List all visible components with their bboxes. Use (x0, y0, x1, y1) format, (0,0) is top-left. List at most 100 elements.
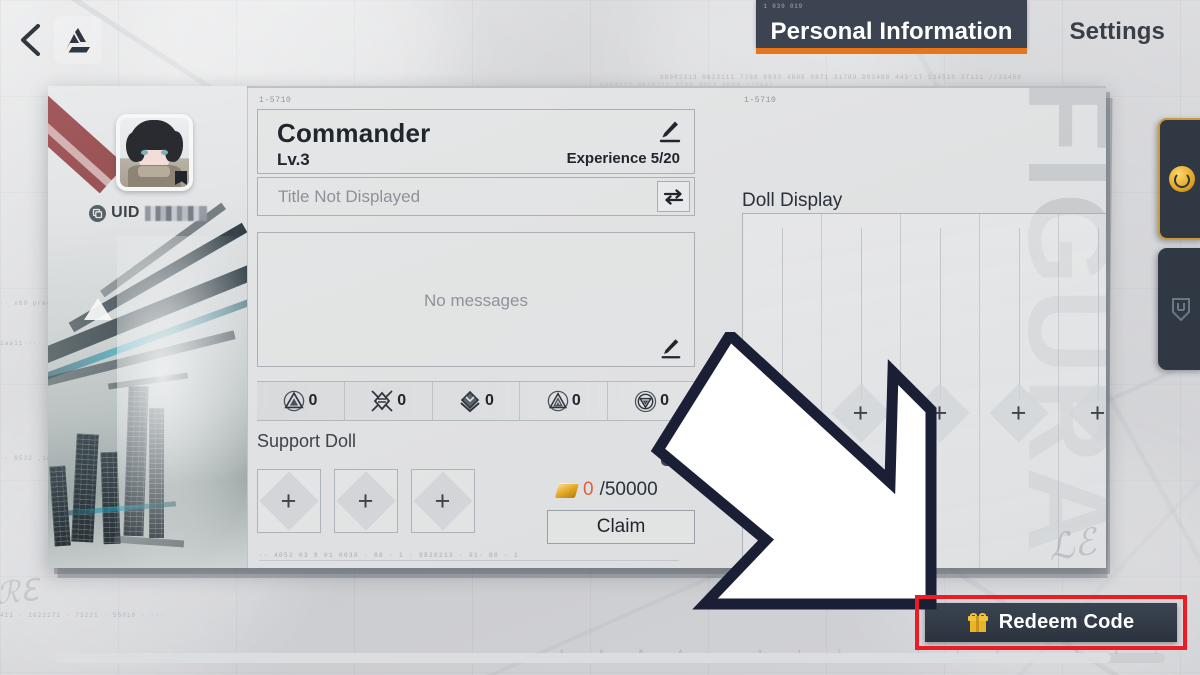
stat-item-2[interactable]: 0 (345, 382, 433, 420)
plus-icon: + (1090, 397, 1106, 428)
tab-micro-text: 1 030 019 (763, 3, 804, 10)
slot-diamond: + (831, 383, 891, 443)
middle-column-tag: 1-5710 (259, 96, 292, 105)
commander-info-box: Commander Lv.3 Experience 5/20 (257, 109, 695, 174)
artwork-arrow-marker (84, 298, 112, 320)
support-doll-currency: 0 /50000 (554, 479, 658, 501)
gold-bar-icon (554, 482, 580, 498)
stat-item-5[interactable]: 0 (608, 382, 695, 420)
crossed-blades-emblem-icon (371, 390, 393, 412)
shield-emblem-icon (1172, 298, 1190, 322)
avatar-eye-right (161, 150, 168, 155)
uid-row: UID (65, 204, 231, 222)
question-mark-icon: ? (669, 444, 679, 461)
plus-icon: + (358, 485, 374, 516)
avatar-portrait (120, 118, 189, 187)
side-tab-shield[interactable] (1158, 248, 1200, 370)
support-doll-slot-2[interactable]: + (334, 469, 398, 533)
plus-icon: + (774, 397, 790, 428)
slot-diamond: + (413, 471, 473, 531)
triangle-drive-logo-icon (66, 28, 90, 53)
support-doll-footer-micro: ·· 4052 03 9 01 0038 · 08 · 1 · 9820213 … (259, 552, 520, 559)
artwork-fog (48, 358, 247, 568)
game-screen: 90982313 0623111 7798 8033 4005 0871 317… (0, 0, 1200, 675)
stat-value-2: 0 (397, 392, 407, 409)
tab-settings[interactable]: Settings (1057, 0, 1178, 48)
doll-display-title: Doll Display (742, 190, 843, 211)
background-micro-text-4: 411 · 1022171 · 73221 · 55010 · ··· (0, 612, 165, 619)
edit-message-button[interactable] (658, 336, 682, 360)
avatar-eye-left (141, 150, 148, 155)
commander-name: Commander (277, 118, 431, 148)
message-box[interactable]: No messages (257, 232, 695, 367)
redeem-code-label: Redeem Code (998, 611, 1135, 633)
game-logo-button[interactable] (54, 16, 102, 64)
tab-personal-information[interactable]: 1 030 019 Personal Information (756, 0, 1027, 54)
support-doll-slots: + + + (257, 469, 475, 533)
slot-diamond: + (1068, 383, 1106, 443)
triangle-emblem-icon (284, 390, 305, 412)
claim-button-label: Claim (596, 516, 646, 537)
support-doll-title: Support Doll (257, 431, 357, 451)
side-tab-currency[interactable] (1158, 118, 1200, 240)
claim-button[interactable]: Claim (547, 510, 695, 544)
edit-name-button[interactable] (656, 118, 682, 144)
avatar-collar (138, 166, 170, 177)
doll-display-slot-2[interactable]: + (822, 214, 901, 568)
plus-icon: + (932, 397, 948, 428)
stat-value-1: 0 (308, 392, 318, 409)
doll-display-signature: ℒℰ (1045, 521, 1099, 568)
doll-display-slot-5[interactable]: + (1059, 214, 1106, 568)
title-placeholder: Title Not Displayed (278, 186, 421, 206)
support-doll-help-button[interactable]: ? (661, 440, 687, 466)
doll-display-slot-3[interactable]: + (901, 214, 980, 568)
slot-diamond: + (336, 471, 396, 531)
copy-uid-icon[interactable] (89, 204, 107, 222)
commander-experience: Experience 5/20 (566, 150, 680, 167)
stat-value-5: 0 (660, 392, 670, 409)
support-doll-footer-line (259, 560, 679, 561)
plus-icon: + (853, 397, 869, 428)
pencil-edit-icon (659, 121, 681, 143)
background-micro-text-7: 1aa11···· (0, 340, 43, 347)
plus-icon: + (435, 485, 451, 516)
triangle-outline-emblem-icon (547, 390, 569, 412)
stat-value-4: 0 (571, 392, 581, 409)
plus-icon: + (281, 485, 297, 516)
circle-shield-emblem-icon (634, 390, 657, 412)
doll-display-slot-4[interactable]: + (980, 214, 1059, 568)
currency-current: 0 (583, 479, 594, 500)
tab-settings-label: Settings (1069, 18, 1165, 45)
top-tab-bar: x 1 030 019 Personal Information Setting… (659, 0, 1200, 72)
avatar[interactable] (116, 114, 193, 191)
personal-info-card: FIGURA (48, 86, 1106, 568)
slot-diamond: + (910, 383, 970, 443)
doll-display-tag: 1-5710 (744, 96, 777, 105)
gift-ribbon (976, 616, 980, 632)
stat-value-3: 0 (485, 392, 494, 409)
uid-value-masked (144, 205, 207, 221)
stats-bar: 0 0 0 0 0 (257, 381, 695, 421)
top-bar: x 1 030 019 Personal Information Setting… (0, 0, 1200, 84)
stat-item-4[interactable]: 0 (520, 382, 609, 420)
gift-box-icon (967, 613, 988, 632)
swap-arrows-icon (663, 189, 684, 205)
title-box[interactable]: Title Not Displayed (257, 177, 695, 216)
doll-display-slot-1[interactable]: + (743, 214, 822, 568)
gold-ring-icon (1169, 166, 1195, 192)
background-scribble-left: ℛℇ (0, 573, 40, 612)
slot-diamond: + (752, 383, 812, 443)
avatar-hair-right (163, 129, 186, 164)
background-micro-text-5: ·· $532 ,id (0, 455, 52, 462)
profile-artwork-panel: UID (48, 86, 248, 568)
support-doll-slot-3[interactable]: + (411, 469, 475, 533)
support-doll-slot-1[interactable]: + (257, 469, 321, 533)
swap-title-button[interactable] (657, 181, 690, 212)
horizontal-scrollbar-thumb[interactable] (55, 653, 1111, 663)
winged-chevron-emblem-icon (460, 390, 480, 413)
back-button[interactable] (8, 18, 52, 62)
redeem-code-button[interactable]: Redeem Code (925, 603, 1177, 642)
plus-icon: + (1011, 397, 1027, 428)
stat-item-1[interactable]: 0 (257, 382, 345, 420)
stat-item-3[interactable]: 0 (433, 382, 521, 420)
